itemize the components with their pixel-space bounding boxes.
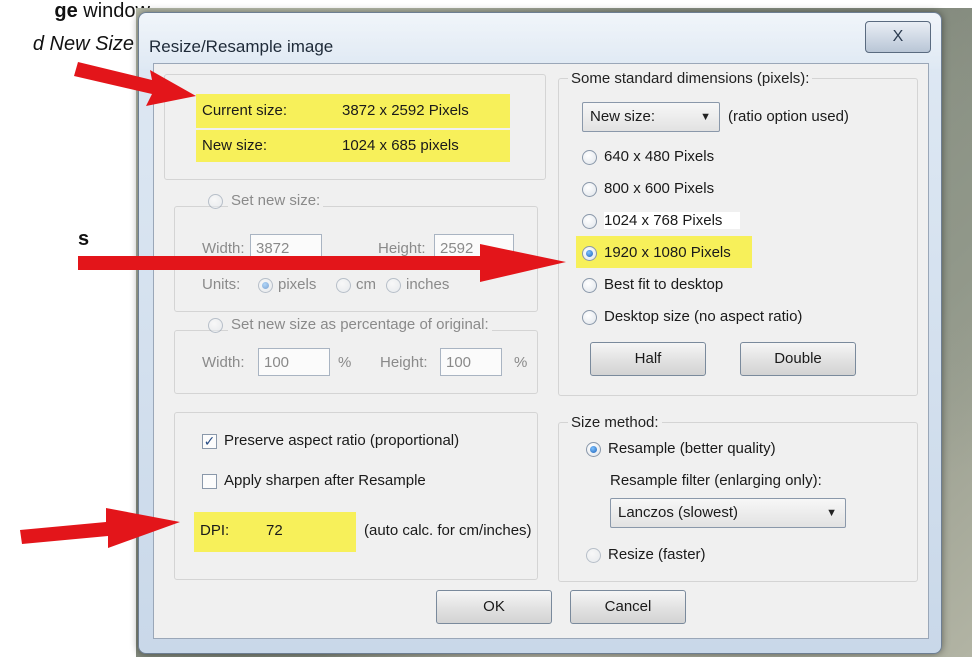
red-arrow-icon: [78, 244, 566, 282]
annotation-arrows: [20, 62, 566, 548]
red-arrow-icon: [74, 62, 196, 106]
red-arrow-icon: [20, 508, 180, 548]
